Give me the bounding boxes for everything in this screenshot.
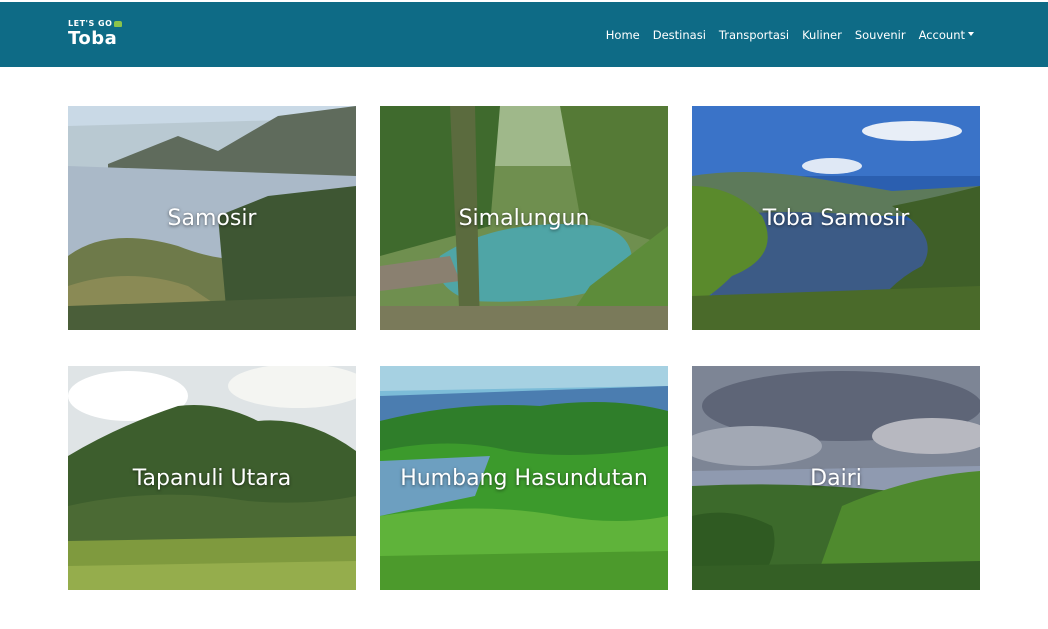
caret-down-icon: [968, 32, 974, 36]
nav-kuliner[interactable]: Kuliner: [802, 28, 842, 42]
nav-transportasi[interactable]: Transportasi: [719, 28, 789, 42]
destination-card-samosir[interactable]: Samosir: [68, 106, 356, 330]
destination-card-humbang-hasundutan[interactable]: Humbang Hasundutan: [380, 366, 668, 590]
brand-name: Toba: [68, 28, 118, 49]
car-icon: [114, 21, 123, 27]
destination-card-dairi[interactable]: Dairi: [692, 366, 980, 590]
destination-title: Simalungun: [458, 205, 590, 231]
nav-home[interactable]: Home: [606, 28, 640, 42]
account-label: Account: [918, 27, 965, 42]
nav-souvenir[interactable]: Souvenir: [855, 28, 906, 42]
nav-destinasi[interactable]: Destinasi: [653, 28, 706, 42]
destination-title: Toba Samosir: [762, 205, 910, 231]
destination-card-toba-samosir[interactable]: Toba Samosir: [692, 106, 980, 330]
destination-title: Tapanuli Utara: [132, 465, 292, 491]
brand-logo[interactable]: LET'S GO Toba: [68, 19, 123, 49]
nav-links: Home Destinasi Transportasi Kuliner Souv…: [593, 2, 974, 67]
destination-title: Humbang Hasundutan: [400, 465, 648, 491]
brand-line1: LET'S GO: [68, 19, 113, 28]
brand-tagline: LET'S GO: [68, 19, 123, 28]
destination-card-simalungun[interactable]: Simalungun: [380, 106, 668, 330]
destination-title: Dairi: [810, 465, 862, 491]
nav-account-dropdown[interactable]: Account: [919, 28, 974, 42]
top-navbar: LET'S GO Toba Home Destinasi Transportas…: [0, 2, 1048, 67]
destination-title: Samosir: [167, 205, 257, 231]
destination-card-tapanuli-utara[interactable]: Tapanuli Utara: [68, 366, 356, 590]
